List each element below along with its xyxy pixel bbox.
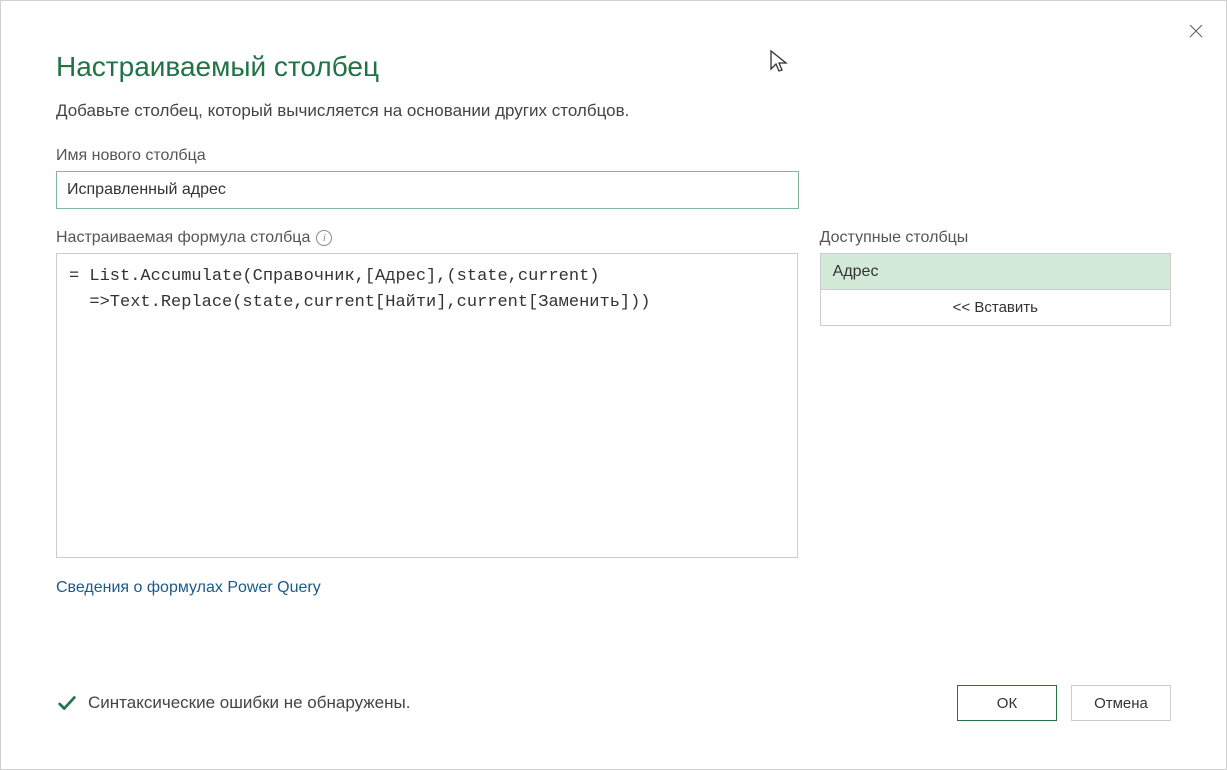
close-icon [1187, 22, 1205, 40]
formula-help-link[interactable]: Сведения о формулах Power Query [56, 579, 321, 597]
formula-label-text: Настраиваемая формула столбца [56, 229, 310, 247]
dialog-subtitle: Добавьте столбец, который вычисляется на… [56, 101, 1171, 121]
ok-button[interactable]: ОК [957, 685, 1057, 721]
available-columns-list: Адрес [820, 253, 1171, 290]
check-icon [56, 692, 78, 714]
dialog-title: Настраиваемый столбец [56, 51, 1171, 83]
status-bar: Синтаксические ошибки не обнаружены. [56, 692, 410, 714]
info-icon[interactable]: i [316, 230, 332, 246]
formula-label: Настраиваемая формула столбца i [56, 229, 798, 247]
formula-textarea[interactable] [56, 253, 798, 558]
close-button[interactable] [1184, 19, 1208, 43]
cancel-button[interactable]: Отмена [1071, 685, 1171, 721]
available-columns-label: Доступные столбцы [820, 229, 1171, 247]
name-label: Имя нового столбца [56, 147, 1171, 165]
insert-button[interactable]: << Вставить [820, 290, 1171, 326]
status-text: Синтаксические ошибки не обнаружены. [88, 693, 410, 713]
column-name-input[interactable] [56, 171, 799, 209]
column-item[interactable]: Адрес [821, 254, 1170, 289]
